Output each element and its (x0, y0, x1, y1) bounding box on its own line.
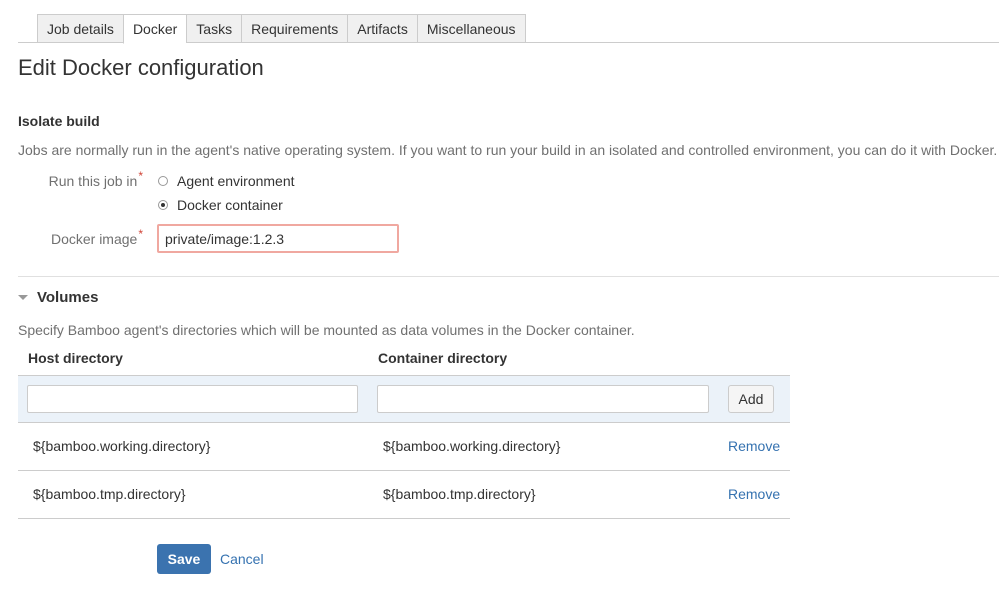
save-button[interactable]: Save (157, 544, 211, 574)
tab-job-details[interactable]: Job details (37, 14, 123, 43)
tab-tasks[interactable]: Tasks (186, 14, 242, 43)
host-directory-cell: ${bamboo.tmp.directory} (33, 486, 186, 502)
tab-docker[interactable]: Docker (122, 14, 187, 44)
docker-image-label: Docker image* (40, 227, 143, 247)
radio-docker-container[interactable]: Docker container (158, 197, 283, 213)
host-directory-cell: ${bamboo.working.directory} (33, 438, 211, 454)
chevron-down-icon (18, 295, 28, 300)
remove-volume-link[interactable]: Remove (728, 486, 780, 502)
add-volume-row: Add (18, 375, 790, 423)
volumes-toggle[interactable]: Volumes (18, 289, 98, 306)
table-row: ${bamboo.tmp.directory} ${bamboo.tmp.dir… (18, 471, 790, 519)
required-mark: * (138, 169, 143, 183)
container-directory-input[interactable] (377, 385, 709, 413)
required-mark: * (138, 227, 143, 241)
volumes-description: Specify Bamboo agent's directories which… (18, 322, 635, 338)
section-divider (18, 276, 999, 277)
tab-requirements[interactable]: Requirements (241, 14, 348, 43)
remove-volume-link[interactable]: Remove (728, 438, 780, 454)
volumes-heading: Volumes (37, 289, 99, 306)
container-directory-column-header: Container directory (378, 350, 508, 366)
run-job-in-label: Run this job in* (40, 169, 143, 189)
isolate-build-heading: Isolate build (18, 113, 100, 129)
isolate-build-description: Jobs are normally run in the agent's nat… (18, 142, 998, 158)
docker-container-radio[interactable] (158, 200, 168, 210)
table-row: ${bamboo.working.directory} ${bamboo.wor… (18, 423, 790, 471)
tab-bar: Job details Docker Tasks Requirements Ar… (18, 14, 999, 44)
run-job-in-label-text: Run this job in (48, 173, 138, 189)
page-title: Edit Docker configuration (18, 55, 264, 80)
docker-image-label-text: Docker image (50, 231, 138, 247)
radio-agent-environment[interactable]: Agent environment (158, 173, 295, 189)
agent-environment-label[interactable]: Agent environment (177, 173, 295, 189)
docker-image-input[interactable] (157, 224, 399, 253)
host-directory-column-header: Host directory (28, 350, 123, 366)
tab-list: Job details Docker Tasks Requirements Ar… (37, 14, 526, 44)
host-directory-input[interactable] (27, 385, 358, 413)
tab-miscellaneous[interactable]: Miscellaneous (416, 14, 526, 43)
agent-environment-radio[interactable] (158, 176, 168, 186)
container-directory-cell: ${bamboo.working.directory} (383, 438, 561, 454)
container-directory-cell: ${bamboo.tmp.directory} (383, 486, 536, 502)
tab-artifacts[interactable]: Artifacts (347, 14, 417, 43)
add-volume-button[interactable]: Add (728, 385, 774, 413)
docker-container-label[interactable]: Docker container (177, 197, 283, 213)
cancel-link[interactable]: Cancel (220, 551, 264, 567)
